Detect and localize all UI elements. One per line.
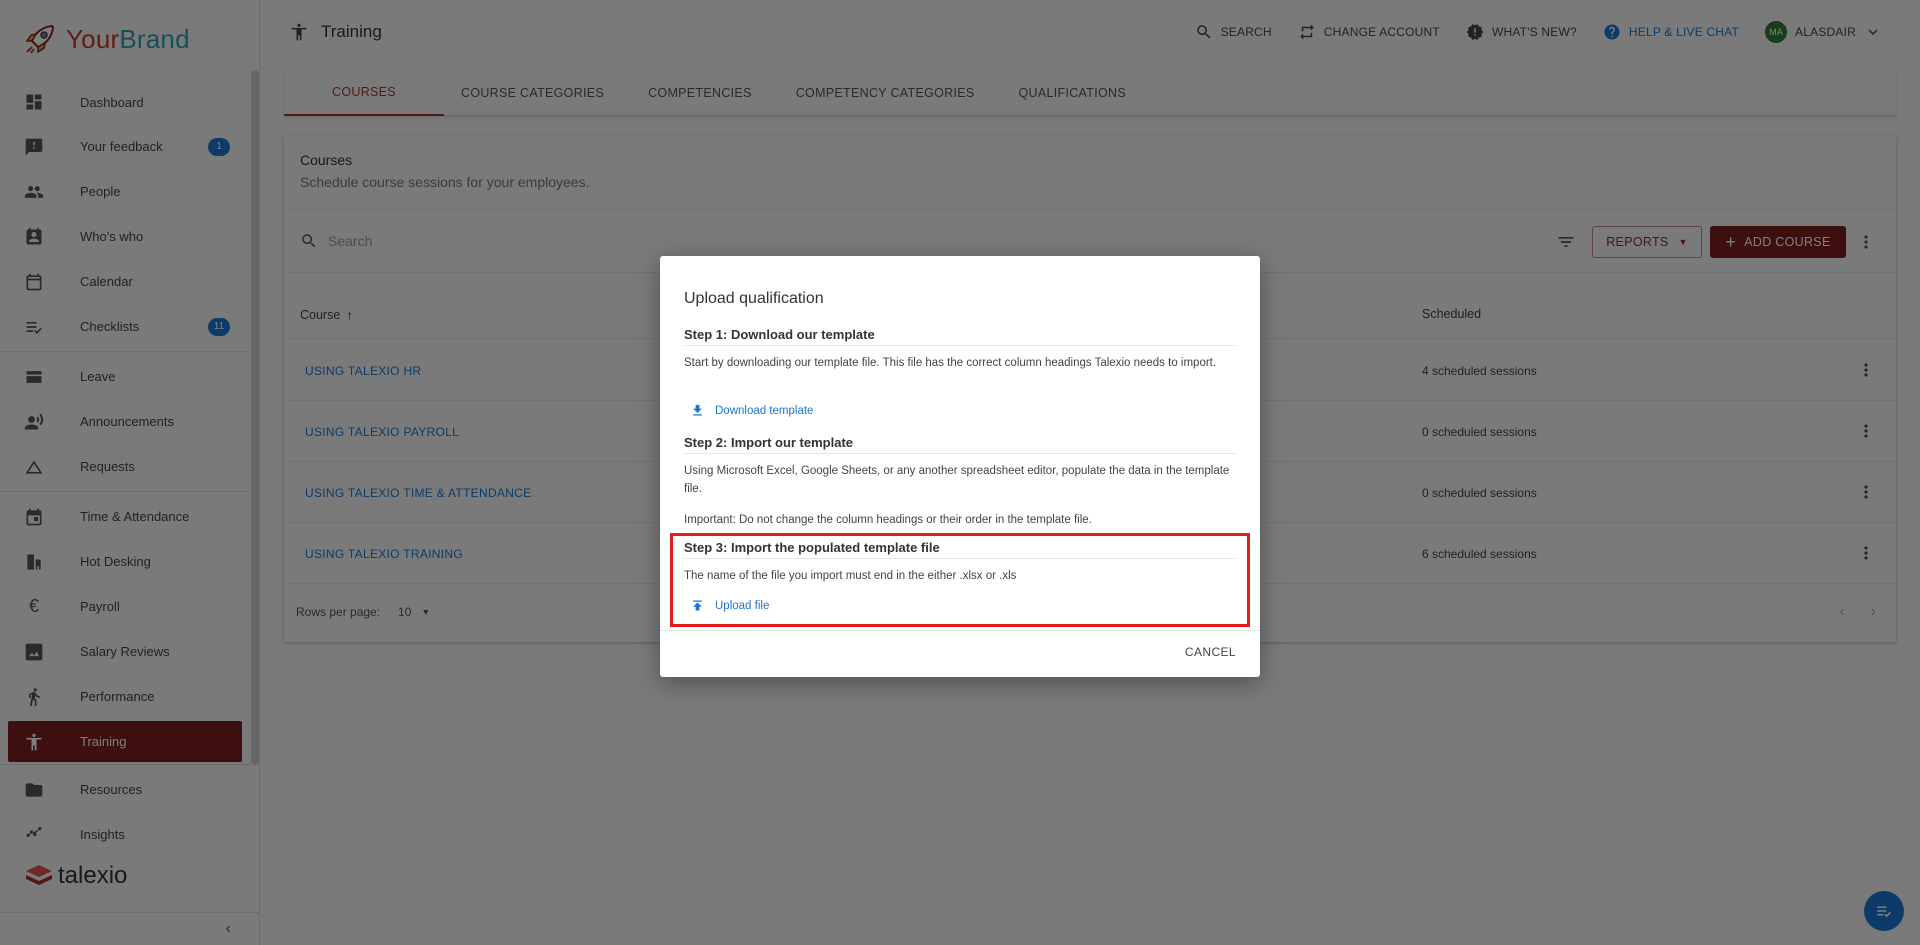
step1-text: Start by downloading our template file. … — [684, 357, 1217, 369]
step2-heading: Step 2: Import our template — [684, 435, 1236, 454]
cancel-button[interactable]: CANCEL — [1185, 645, 1236, 659]
dialog-title: Upload qualification — [684, 290, 824, 307]
dialog-divider — [660, 630, 1260, 631]
step1-heading: Step 1: Download our template — [684, 327, 1236, 346]
upload-file-link[interactable]: Upload file — [690, 598, 769, 613]
download-template-label: Download template — [715, 404, 814, 417]
download-icon — [693, 404, 702, 416]
download-template-link[interactable]: Download template — [690, 403, 813, 418]
important-note: Important: Do not change the column head… — [684, 514, 1092, 526]
upload-icon — [693, 600, 702, 611]
step2-text: Using Microsoft Excel, Google Sheets, or… — [684, 465, 1230, 495]
upload-file-label: Upload file — [715, 599, 770, 612]
upload-qualification-dialog: Upload qualification Step 1: Download ou… — [660, 256, 1260, 677]
step3-text: The name of the file you import must end… — [684, 570, 1017, 582]
step3-heading: Step 3: Import the populated template fi… — [684, 540, 1236, 559]
